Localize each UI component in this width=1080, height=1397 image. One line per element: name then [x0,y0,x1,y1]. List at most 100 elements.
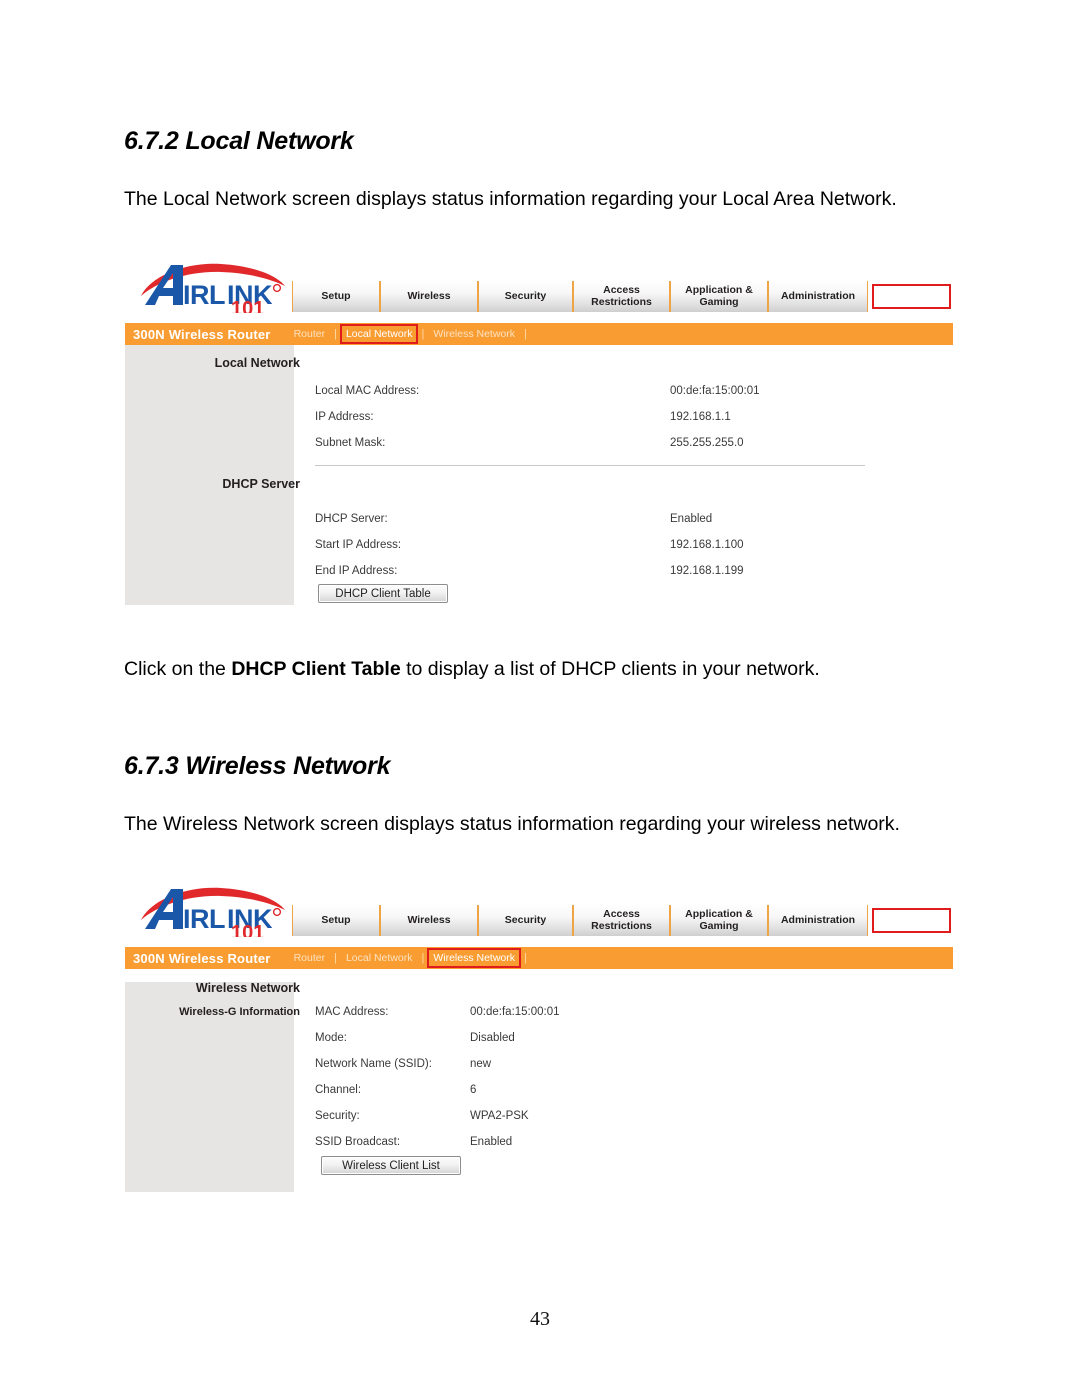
tab-status-label: Status [895,290,928,303]
value-mode: Disabled [470,1032,515,1044]
tab-setup[interactable]: Setup [292,281,380,312]
svg-text:IRL: IRL [183,280,225,310]
sub-tab-local-network[interactable]: Local Network [339,323,420,345]
tab-status-2[interactable]: Status [868,905,955,936]
tab-application-gaming-2-line1: Application & [685,908,753,920]
sub-nav-links-2: Router | Local Network | Wireless Networ… [287,947,529,969]
value-subnet-mask: 255.255.255.0 [670,437,744,449]
tab-administration-label: Administration [780,289,856,302]
tab-application-gaming-2-line2: Gaming [699,919,739,932]
label-network-name-ssid: Network Name (SSID): [315,1058,432,1070]
tab-security-2[interactable]: Security [478,905,573,936]
value-security: WPA2-PSK [470,1110,529,1122]
value-dhcp-server: Enabled [670,513,713,525]
sub-nav-bar: 300N Wireless Router Router | Local Netw… [125,323,953,345]
tab-security-label: Security [504,289,547,302]
tab-access-restrictions-line2: Restrictions [591,295,652,308]
tab-application-gaming-line1: Application & [685,284,753,296]
sub-nav-links: Router | Local Network | Wireless Networ… [287,323,529,345]
wireless-client-list-button[interactable]: Wireless Client List [321,1156,461,1175]
value-start-ip-address: 192.168.1.100 [670,539,744,551]
sub-nav-separator-3: | [524,328,527,340]
wireless-network-body: Wireless Network Wireless-G Information … [125,969,955,1205]
svg-text:101: 101 [231,922,264,937]
dhcp-text-after: to display a list of DHCP clients in you… [400,658,820,680]
section-label-local-network: Local Network [214,356,300,370]
tab-setup-label-2: Setup [321,913,351,926]
tab-application-gaming-2[interactable]: Application & Gaming [670,905,768,936]
value-network-name-ssid: new [470,1058,492,1070]
sub-nav-separator-2: | [421,328,425,340]
sub-nav-separator-2-1: | [334,952,337,964]
tab-security[interactable]: Security [478,281,573,312]
value-mac-address: 00:de:fa:15:00:01 [470,1006,560,1018]
airlink-101-logo-2: IRL INK 101 [135,882,300,944]
tab-access-restrictions-line1: Access [603,284,640,296]
tab-administration-label-2: Administration [780,913,856,926]
label-local-mac-address: Local MAC Address: [315,385,420,397]
page-number: 43 [530,1308,550,1330]
sub-tab-local-network-2[interactable]: Local Network [339,947,420,969]
label-ssid-broadcast: SSID Broadcast: [315,1136,401,1148]
section-divider [315,465,865,466]
dhcp-client-table-button[interactable]: DHCP Client Table [318,584,448,603]
panel-heading-wireless-network: Wireless Network [195,981,300,995]
section-label-wireless-g-information: Wireless-G Information [179,1006,300,1018]
dhcp-text-before: Click on the [124,658,232,680]
product-title: 300N Wireless Router [133,326,271,342]
router-screenshot-wireless-network: IRL INK 101 Setup Wireless Security Acce… [125,880,955,1205]
tab-status[interactable]: Status [868,281,955,312]
tab-administration[interactable]: Administration [768,281,868,312]
sub-tab-wireless-network[interactable]: Wireless Network [426,323,522,345]
tab-status-label-2: Status [895,914,928,927]
tab-application-gaming[interactable]: Application & Gaming [670,281,768,312]
sub-nav-separator-2-2: | [421,952,425,964]
tab-setup-label: Setup [321,289,351,302]
sub-nav-separator-2-3: | [524,952,527,964]
svg-text:101: 101 [231,298,264,313]
label-subnet-mask: Subnet Mask: [315,437,386,449]
paragraph-dhcp-client-table: Click on the DHCP Client Table to displa… [124,656,914,683]
tab-access-restrictions[interactable]: Access Restrictions [573,281,670,312]
tab-wireless-label-2: Wireless [407,913,451,926]
left-side-panel [125,345,294,605]
tab-access-restrictions-2-line1: Access [603,908,640,920]
value-local-mac-address: 00:de:fa:15:00:01 [670,385,760,397]
dhcp-text-bold: DHCP Client Table [231,658,401,680]
label-mac-address: MAC Address: [315,1006,389,1018]
sub-nav-bar-2: 300N Wireless Router Router | Local Netw… [125,947,953,969]
value-ip-address: 192.168.1.1 [670,411,731,423]
main-tab-row-2: Setup Wireless Security Access Restricti… [292,905,955,936]
label-start-ip-address: Start IP Address: [315,539,402,551]
main-tab-row: Setup Wireless Security Access Restricti… [292,281,955,312]
sub-tab-router-2[interactable]: Router [287,947,333,969]
section-label-dhcp-server: DHCP Server [222,477,300,491]
value-ssid-broadcast: Enabled [470,1136,513,1148]
sub-tab-router[interactable]: Router [287,323,333,345]
tab-access-restrictions-2[interactable]: Access Restrictions [573,905,670,936]
label-end-ip-address: End IP Address: [315,565,398,577]
heading-6-7-3: 6.7.3 Wireless Network [124,752,391,780]
sub-nav-separator-1: | [334,328,337,340]
manual-page: 6.7.2 Local Network The Local Network sc… [0,0,1080,1397]
airlink-101-logo: IRL INK 101 [135,258,300,320]
tab-application-gaming-line2: Gaming [699,295,739,308]
label-mode: Mode: [315,1032,347,1044]
tab-wireless-label: Wireless [407,289,451,302]
label-channel: Channel: [315,1084,362,1096]
value-end-ip-address: 192.168.1.199 [670,565,744,577]
tab-setup-2[interactable]: Setup [292,905,380,936]
svg-text:IRL: IRL [183,904,225,934]
paragraph-6-7-3: The Wireless Network screen displays sta… [124,813,900,835]
heading-6-7-2: 6.7.2 Local Network [124,127,354,155]
tab-security-label-2: Security [504,913,547,926]
router-screenshot-local-network: IRL INK 101 Setup Wireless Security Acce… [125,256,955,608]
tab-access-restrictions-2-line2: Restrictions [591,919,652,932]
tab-wireless[interactable]: Wireless [380,281,478,312]
sub-tab-wireless-network-2[interactable]: Wireless Network [426,947,522,969]
label-dhcp-server: DHCP Server: [315,513,388,525]
value-channel: 6 [470,1084,477,1096]
label-ip-address: IP Address: [315,411,374,423]
tab-wireless-2[interactable]: Wireless [380,905,478,936]
tab-administration-2[interactable]: Administration [768,905,868,936]
